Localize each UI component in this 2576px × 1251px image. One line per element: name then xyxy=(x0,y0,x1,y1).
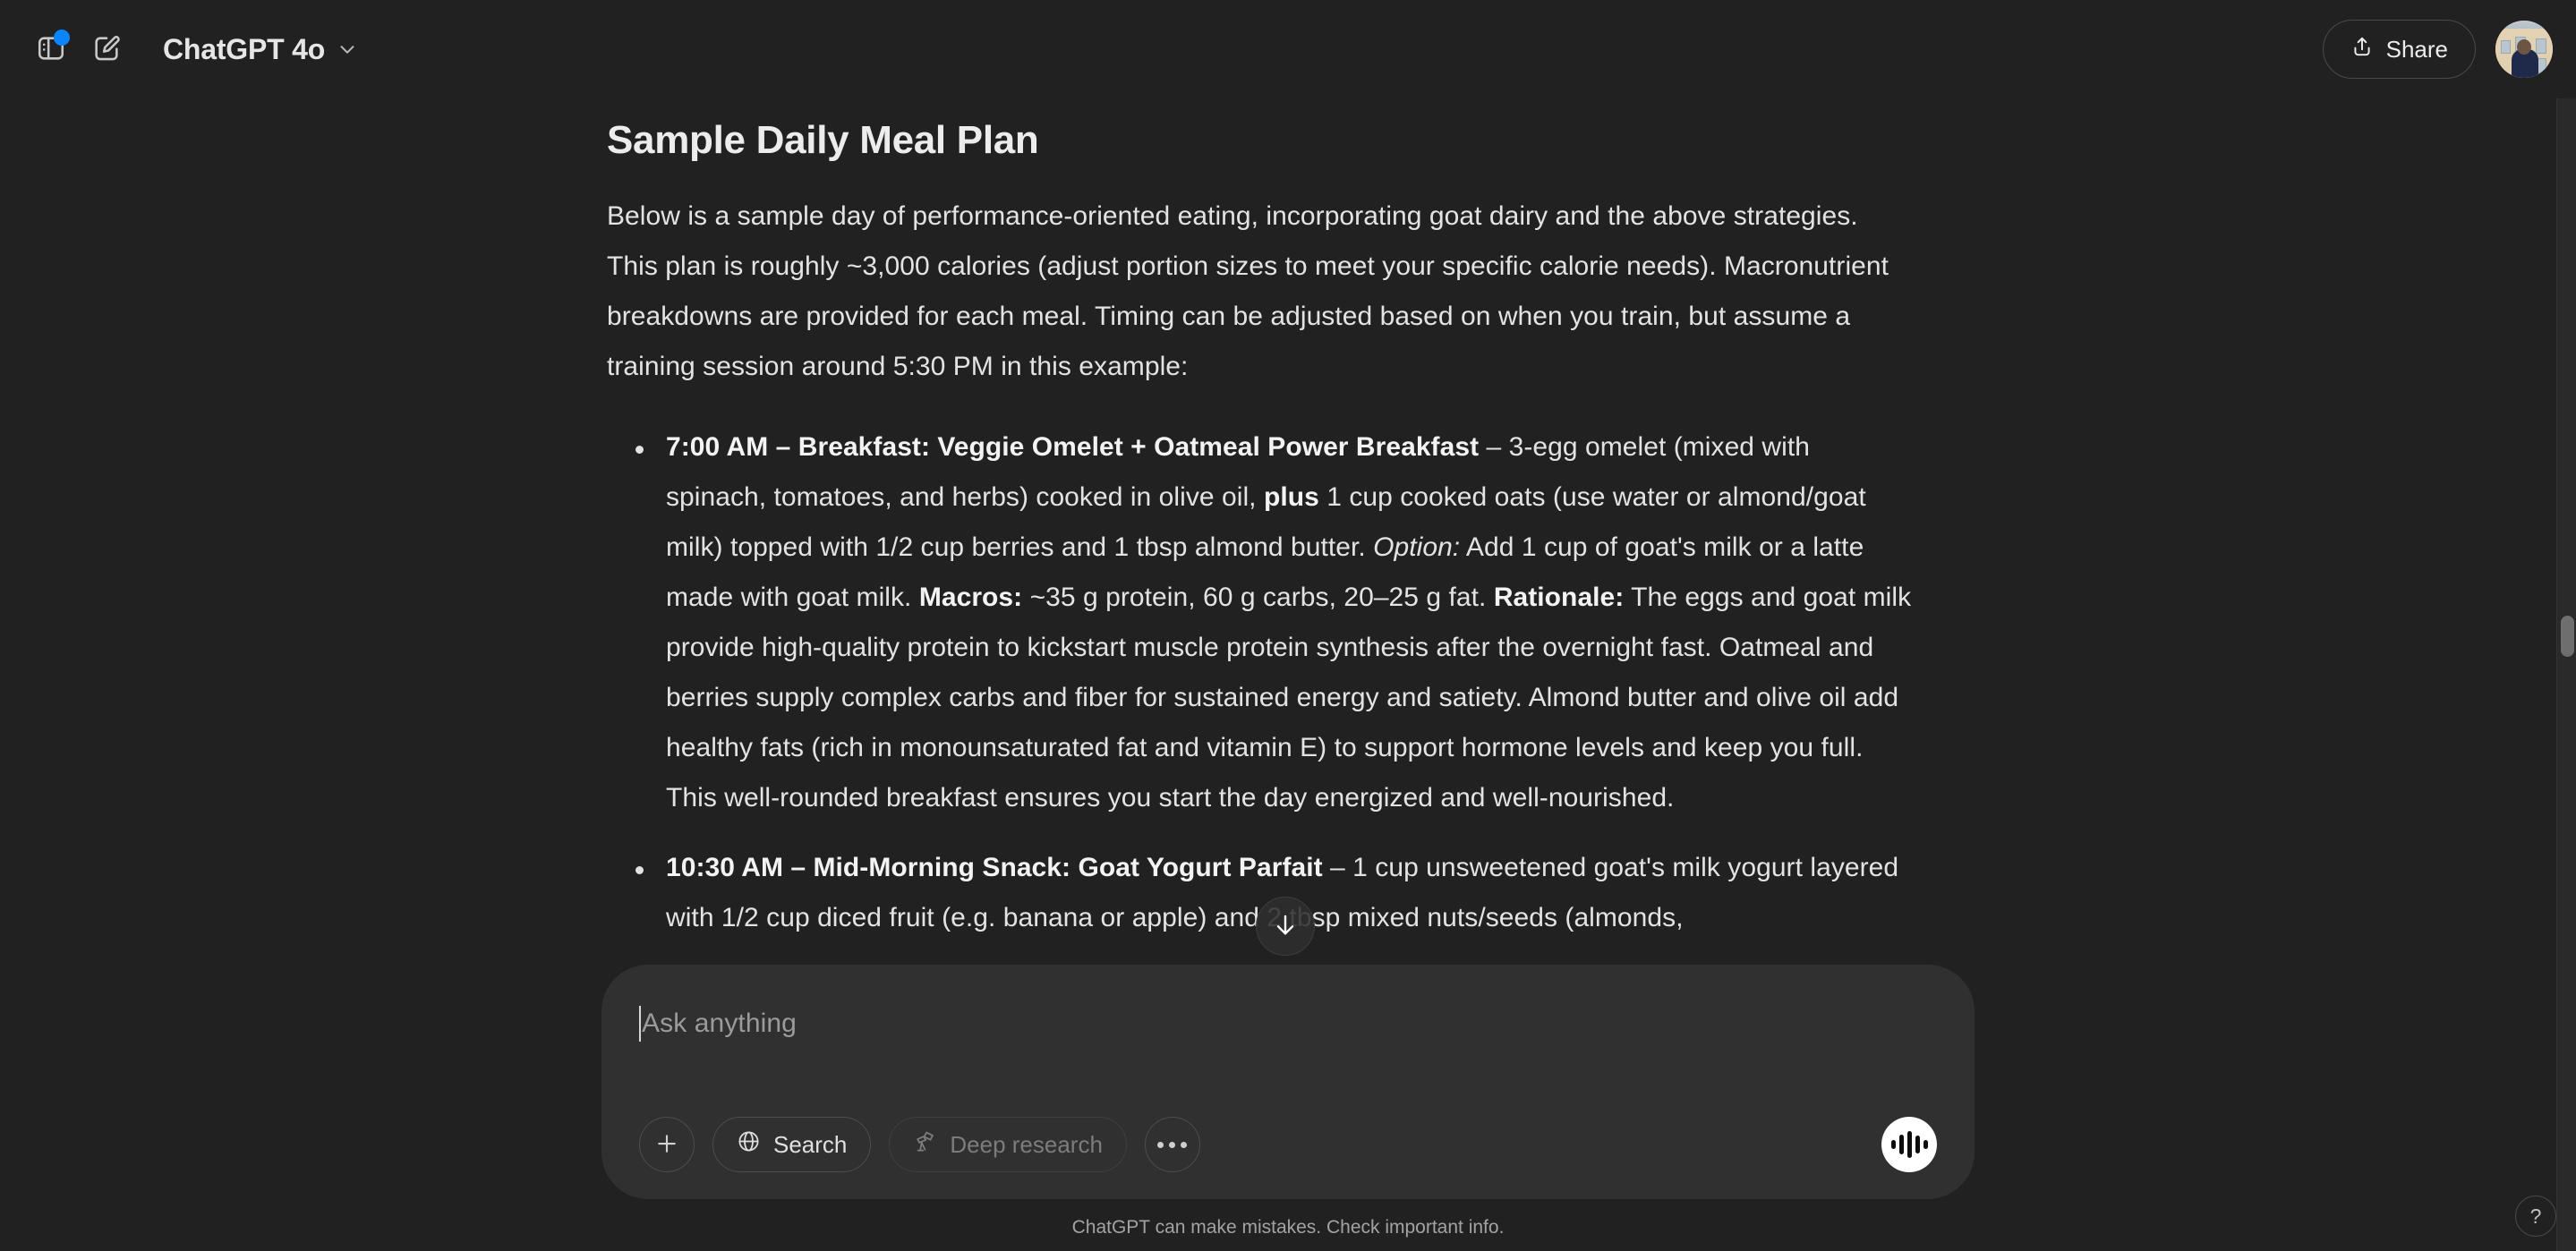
chatgpt-app-window: ChatGPT 4o Share Sample Daily Meal Plan … xyxy=(0,0,2576,1251)
compose-pencil-icon xyxy=(91,33,122,66)
model-name-label: ChatGPT 4o xyxy=(163,32,326,65)
share-button-label: Share xyxy=(2385,35,2448,63)
scroll-to-bottom-button[interactable] xyxy=(1256,897,1315,956)
header-left-group: ChatGPT 4o xyxy=(0,21,373,77)
composer-toolbar: Search Deep research xyxy=(639,1117,1937,1172)
help-button[interactable]: ? xyxy=(2515,1196,2556,1237)
sidebar-toggle-button[interactable] xyxy=(23,21,79,77)
search-tool-button[interactable]: Search xyxy=(712,1117,872,1172)
deep-research-label: Deep research xyxy=(950,1130,1103,1158)
new-chat-button[interactable] xyxy=(79,21,134,77)
plus-icon xyxy=(653,1130,680,1160)
meal-plan-list: 7:00 AM – Breakfast: Veggie Omelet + Oat… xyxy=(607,422,1914,943)
assistant-message: Sample Daily Meal Plan Below is a sample… xyxy=(607,118,1914,943)
model-switcher-button[interactable]: ChatGPT 4o xyxy=(149,24,373,75)
bullet-option-label: Option: xyxy=(1373,532,1461,562)
avatar-detail xyxy=(2501,40,2511,54)
voice-waveform-icon xyxy=(1890,1131,1928,1158)
deep-research-button[interactable]: Deep research xyxy=(889,1117,1127,1172)
vertical-scrollbar-thumb[interactable] xyxy=(2561,616,2574,657)
chevron-down-icon xyxy=(337,39,357,59)
composer-placeholder: Ask anything xyxy=(642,1008,797,1038)
intro-paragraph: Below is a sample day of performance-ori… xyxy=(607,201,1889,381)
attach-button[interactable] xyxy=(639,1117,695,1172)
disclaimer-text: ChatGPT can make mistakes. Check importa… xyxy=(1071,1217,1505,1238)
header-right-group: Share xyxy=(2322,0,2553,98)
top-header-bar: ChatGPT 4o Share xyxy=(0,0,2576,98)
voice-mode-button[interactable] xyxy=(1881,1117,1937,1172)
vertical-scrollbar-track[interactable] xyxy=(2556,98,2576,1251)
avatar-detail xyxy=(2517,39,2531,55)
composer-container: Ask anything Search Deep research xyxy=(0,965,2576,1199)
macros-label: Macros: xyxy=(918,583,1023,612)
list-item: 7:00 AM – Breakfast: Veggie Omelet + Oat… xyxy=(607,422,1914,823)
text-caret xyxy=(639,1006,641,1042)
share-button[interactable]: Share xyxy=(2322,20,2476,79)
message-composer[interactable]: Ask anything Search Deep research xyxy=(601,965,1975,1199)
macros-value: ~35 g protein, 60 g carbs, 20–25 g fat. xyxy=(1022,583,1494,612)
notification-dot-badge xyxy=(54,30,70,46)
ellipsis-icon xyxy=(1157,1141,1188,1148)
avatar[interactable] xyxy=(2495,21,2553,78)
arrow-down-icon xyxy=(1271,911,1300,942)
share-upload-icon xyxy=(2350,35,2374,64)
avatar-detail xyxy=(2536,38,2546,54)
globe-icon xyxy=(737,1129,761,1160)
bullet-heading: 10:30 AM – Mid-Morning Snack: Goat Yogur… xyxy=(666,853,1323,882)
composer-input-row[interactable]: Ask anything xyxy=(639,1000,1937,1047)
more-tools-button[interactable] xyxy=(1144,1117,1200,1172)
search-tool-label: Search xyxy=(773,1130,848,1158)
rationale-text: The eggs and goat milk provide high-qual… xyxy=(666,583,1912,813)
bullet-emphasis: plus xyxy=(1263,482,1319,512)
page-title: Sample Daily Meal Plan xyxy=(607,118,1039,162)
bullet-heading: 7:00 AM – Breakfast: Veggie Omelet + Oat… xyxy=(666,432,1480,462)
telescope-icon xyxy=(913,1129,937,1160)
rationale-label: Rationale: xyxy=(1493,583,1625,612)
